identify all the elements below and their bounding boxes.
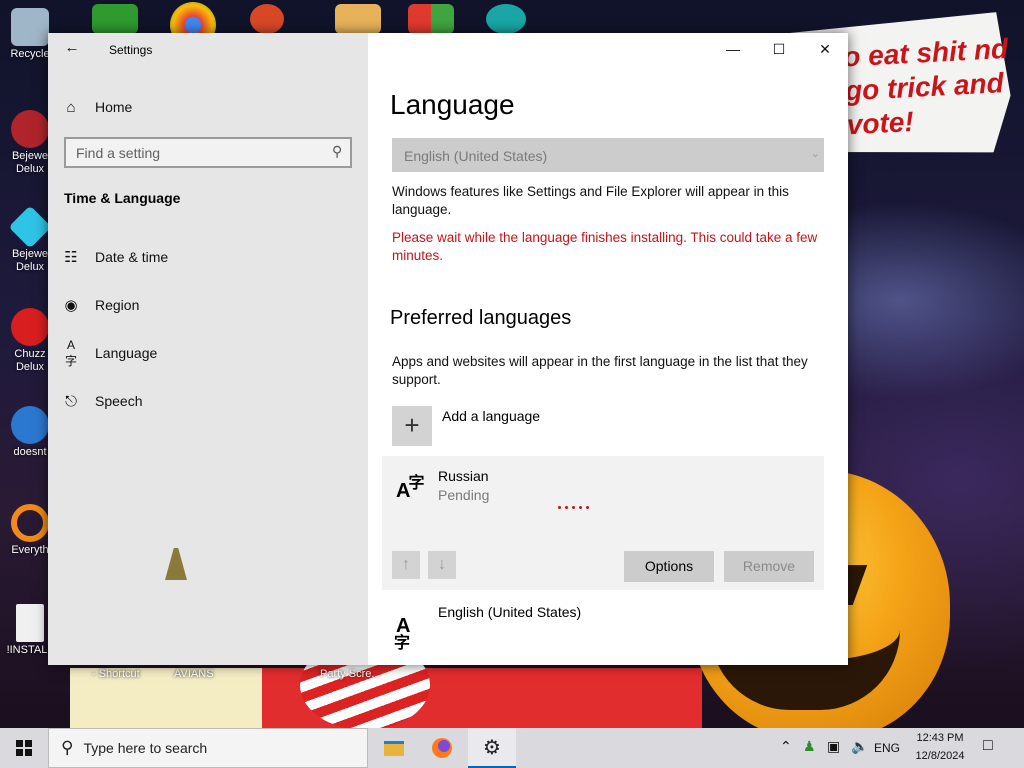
nav-item-date-time[interactable]: ☷ Date & time	[62, 245, 168, 269]
language-name[interactable]: English (United States)	[438, 604, 581, 620]
language-status: Pending	[438, 487, 490, 503]
desktop-shortcut-label[interactable]: AVIANS	[174, 668, 214, 680]
back-button[interactable]: ←	[60, 39, 84, 59]
desktop-icon-label: Recycle	[10, 48, 50, 60]
nav-item-speech[interactable]: ⎋ Speech	[62, 389, 142, 413]
taskbar-search-box[interactable]: ⚲	[48, 728, 368, 768]
display-language-select[interactable]: English (United States) ⌄	[392, 138, 824, 172]
page-title: Language	[390, 89, 515, 120]
desktop-icon-label: doesnt	[13, 446, 47, 458]
everything-search-icon	[11, 504, 49, 542]
preferred-languages-title: Preferred languages	[390, 307, 572, 329]
desktop-icon-character[interactable]	[486, 4, 526, 34]
installing-progress-indicator	[558, 506, 589, 509]
add-language-label[interactable]: Add a language	[442, 408, 540, 424]
nav-section-title: Time & Language	[64, 190, 181, 206]
nav-home[interactable]: ⌂ Home	[62, 95, 132, 119]
close-button[interactable]: ✕	[802, 33, 848, 65]
desktop-icon-p[interactable]	[250, 4, 284, 34]
search-icon[interactable]: ⚲	[332, 143, 342, 160]
arrow-up-icon: ↑	[402, 556, 410, 573]
remove-button[interactable]: Remove	[724, 551, 814, 582]
text-file-icon	[16, 604, 44, 642]
taskbar-settings[interactable]: ⚙	[468, 728, 516, 768]
find-setting-input[interactable]	[76, 144, 316, 162]
language-icon: A字	[396, 475, 425, 502]
arrow-down-icon: ↓	[438, 556, 446, 573]
maximize-button[interactable]: ☐	[756, 33, 802, 65]
clock-date: 12/8/2024	[915, 750, 965, 762]
search-icon: ⚲	[61, 738, 74, 757]
clock-time: 12:43 PM	[916, 732, 964, 744]
close-icon: ✕	[819, 41, 831, 57]
plus-icon: +	[404, 410, 420, 440]
desktop-icon-label: !INSTALL	[6, 644, 54, 656]
bejeweled-icon	[11, 110, 49, 148]
home-icon: ⌂	[66, 98, 76, 116]
desktop-icon-office[interactable]	[408, 4, 454, 34]
calendar-clock-icon: ☷	[64, 249, 78, 266]
people-icon[interactable]: ♟	[803, 738, 816, 755]
taskbar-search-input[interactable]	[83, 740, 324, 756]
start-button[interactable]	[0, 728, 48, 768]
nav-item-label: Speech	[95, 393, 143, 409]
back-arrow-icon: ←	[64, 39, 80, 56]
desktop-icon-users[interactable]	[92, 4, 138, 34]
taskbar-file-explorer[interactable]	[370, 728, 418, 768]
desktop-shortcut-label[interactable]: Party Scre...	[320, 668, 381, 680]
language-name: Russian	[438, 468, 489, 484]
language-icon: A字	[64, 337, 77, 368]
chevron-down-icon: ⌄	[810, 148, 820, 160]
display-language-value: English (United States)	[404, 148, 548, 164]
desktop-icon-label: Chuzz Delux	[14, 348, 46, 373]
taskbar-firefox[interactable]	[418, 728, 466, 768]
minimize-button[interactable]: —	[710, 33, 756, 65]
recycle-bin-icon	[11, 8, 49, 46]
language-item-selected[interactable]: A字 Russian Pending ↑ ↓ Options Remove	[382, 456, 824, 590]
nav-item-label: Region	[95, 297, 140, 313]
desktop-icon-label: Everyth	[11, 544, 49, 556]
diamond-icon	[8, 205, 52, 249]
chuzzle-icon	[11, 308, 49, 346]
language-icon: A字	[394, 615, 411, 652]
maximize-icon: ☐	[772, 41, 786, 57]
window-title: Settings	[109, 43, 153, 57]
nav-item-language[interactable]: A字 Language	[62, 338, 158, 368]
firefox-icon	[432, 738, 452, 758]
desktop-icon-game[interactable]	[335, 4, 381, 34]
input-language-indicator[interactable]: ENG	[874, 741, 900, 755]
find-setting-box[interactable]: ⚲	[64, 137, 352, 168]
show-hidden-icons-chevron-icon[interactable]: ⌃	[780, 738, 792, 755]
microphone-icon: ⎋	[65, 392, 77, 410]
thunderbird-icon	[11, 406, 49, 444]
move-up-button[interactable]: ↑	[392, 551, 420, 579]
add-language-button[interactable]: +	[392, 406, 432, 446]
windows-logo-icon	[16, 740, 32, 756]
wallpaper-poster-text: o eat shit nd go trick and vote!	[842, 32, 1009, 141]
volume-icon[interactable]: 🔈	[851, 738, 868, 755]
display-language-description: Windows features like Settings and File …	[392, 184, 789, 217]
nav-item-label: Language	[95, 345, 158, 361]
nav-item-region[interactable]: ◉ Region	[62, 293, 139, 317]
minimize-icon: —	[726, 41, 740, 57]
desktop-shortcut-label[interactable]: - Shortcut	[92, 668, 140, 680]
clock-area[interactable]: 12:43 PM 12/8/2024	[906, 731, 974, 765]
desktop-icon-label: Bejewe Delux	[11, 150, 49, 175]
network-icon[interactable]: ▣	[827, 738, 840, 755]
install-warning-text: Please wait while the language finishes …	[392, 230, 818, 263]
globe-icon: ◉	[64, 297, 78, 314]
move-down-button[interactable]: ↓	[428, 551, 456, 579]
preferred-languages-description: Apps and websites will appear in the fir…	[392, 354, 808, 387]
nav-item-label: Date & time	[95, 249, 169, 265]
navigation-pane: ← Settings ⌂ Home ⚲ Time & Language ☷ Da…	[48, 33, 368, 665]
options-button[interactable]: Options	[624, 551, 714, 582]
action-center-icon[interactable]: □	[983, 737, 993, 755]
gear-icon: ⚙	[483, 736, 501, 759]
nav-home-label: Home	[95, 99, 133, 115]
desktop-icon-label: Bejewe Delux	[11, 248, 49, 273]
taskbar: ⚲ ⚙ ⌃ ♟ ▣ 🔈 ENG 12:43 PM 12/8/2024 □	[0, 728, 1024, 768]
folder-icon	[384, 740, 404, 756]
